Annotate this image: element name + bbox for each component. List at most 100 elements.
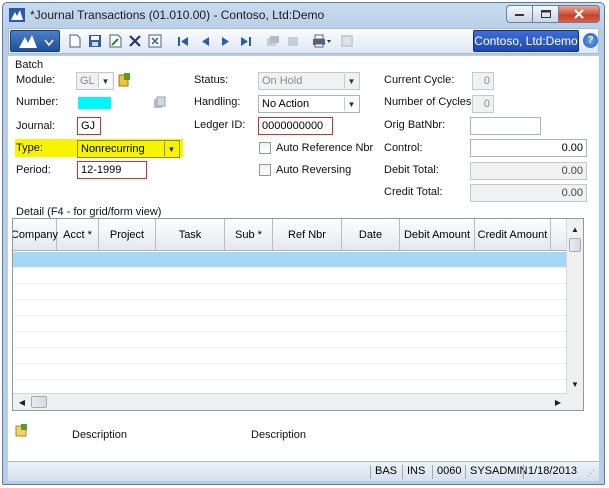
type-label: Type: xyxy=(16,142,43,154)
first-record-button[interactable] xyxy=(175,33,191,49)
printer-icon xyxy=(313,34,331,48)
description-left-label: Description xyxy=(72,429,128,441)
number-of-cycles-field[interactable]: 0 xyxy=(472,95,494,113)
type-select[interactable]: Nonrecurring ▼ xyxy=(77,140,180,158)
chevron-down-icon: ▼ xyxy=(344,97,358,111)
journal-field[interactable]: GJ xyxy=(77,117,101,135)
horizontal-scroll-thumb[interactable] xyxy=(31,396,47,408)
save-button[interactable] xyxy=(87,33,103,49)
delete-button[interactable] xyxy=(127,33,143,49)
number-of-cycles-label: Number of Cycles: xyxy=(384,96,475,108)
next-record-button[interactable] xyxy=(217,33,233,49)
table-row[interactable] xyxy=(13,268,566,284)
status-mode: BAS xyxy=(370,465,397,479)
print-button[interactable] xyxy=(311,33,333,49)
app-menu-button[interactable] xyxy=(10,30,60,52)
column-header-company[interactable]: Company xyxy=(13,219,58,251)
journal-transactions-window: *Journal Transactions (01.010.00) - Cont… xyxy=(2,2,605,485)
column-header-sub[interactable]: Sub * xyxy=(225,219,273,251)
chevron-down-icon: ▼ xyxy=(344,74,358,88)
column-header-credit-amount[interactable]: Credit Amount xyxy=(475,219,551,251)
edit-button[interactable] xyxy=(107,33,123,49)
table-row[interactable] xyxy=(13,252,566,268)
last-record-button[interactable] xyxy=(237,33,253,49)
company-button[interactable]: Contoso, Ltd:Demo xyxy=(473,30,579,52)
detail-grid[interactable]: Company Acct * Project Task Sub * Ref Nb… xyxy=(12,218,584,411)
vertical-scrollbar[interactable]: ▲ ▼ xyxy=(566,219,583,410)
paste-icon xyxy=(288,37,298,46)
auto-reversing-checkbox[interactable] xyxy=(259,164,271,176)
column-header-extra xyxy=(551,219,566,251)
copy-icon xyxy=(267,36,279,46)
chevron-down-icon: ▼ xyxy=(164,142,178,156)
detail-section-label: Detail (F4 - for grid/form view) xyxy=(16,206,162,218)
notes-button[interactable] xyxy=(339,33,355,49)
note-icon[interactable] xyxy=(15,423,29,437)
window-controls xyxy=(506,5,600,23)
column-header-debit-amount[interactable]: Debit Amount xyxy=(400,219,475,251)
type-value: Nonrecurring xyxy=(81,143,145,155)
column-header-task[interactable]: Task xyxy=(156,219,225,251)
module-select[interactable]: GL ▼ xyxy=(76,72,114,90)
new-button[interactable] xyxy=(67,33,83,49)
current-cycle-field[interactable]: 0 xyxy=(472,72,494,90)
auto-reversing-label: Auto Reversing xyxy=(276,164,352,176)
resize-grip-icon[interactable]: ⋰ xyxy=(587,469,597,479)
minimize-icon xyxy=(515,14,524,16)
debit-total-label: Debit Total: xyxy=(384,164,439,176)
status-user: SYSADMIN xyxy=(465,465,527,479)
column-header-project[interactable]: Project xyxy=(99,219,156,251)
batch-section-label: Batch xyxy=(15,59,44,71)
next-icon xyxy=(221,36,229,46)
table-row[interactable] xyxy=(13,300,566,316)
status-value: On Hold xyxy=(262,75,303,87)
previous-record-button[interactable] xyxy=(197,33,213,49)
scroll-down-icon[interactable]: ▼ xyxy=(567,376,583,392)
number-copy-icon[interactable] xyxy=(153,96,167,110)
close-button[interactable] xyxy=(558,5,600,23)
scroll-left-icon[interactable]: ◀ xyxy=(14,394,30,410)
handling-select[interactable]: No Action ▼ xyxy=(258,95,360,113)
maximize-icon xyxy=(540,10,551,18)
last-icon xyxy=(240,36,251,46)
horizontal-scrollbar[interactable]: ◀ ▶ xyxy=(13,393,568,410)
table-row[interactable] xyxy=(13,332,566,348)
paste-button[interactable] xyxy=(285,33,301,49)
module-label: Module: xyxy=(16,74,56,86)
column-header-acct[interactable]: Acct * xyxy=(57,219,99,251)
vertical-scroll-thumb[interactable] xyxy=(569,238,581,252)
app-icon xyxy=(9,8,25,22)
number-field[interactable] xyxy=(76,94,147,112)
orig-batnbr-field[interactable] xyxy=(470,117,541,135)
ledger-id-field[interactable]: 0000000000 xyxy=(258,117,333,135)
new-document-icon xyxy=(69,34,81,48)
period-field[interactable]: 12-1999 xyxy=(77,161,147,179)
table-row[interactable] xyxy=(13,284,566,300)
column-header-ref-nbr[interactable]: Ref Nbr xyxy=(273,219,342,251)
cancel-icon xyxy=(148,34,162,48)
auto-reference-label: Auto Reference Nbr xyxy=(276,142,374,154)
module-lookup-icon[interactable] xyxy=(118,72,132,88)
previous-icon xyxy=(201,36,209,46)
dynamics-logo-icon xyxy=(19,35,54,48)
auto-reference-checkbox[interactable] xyxy=(259,142,271,154)
column-header-date[interactable]: Date xyxy=(342,219,400,251)
scroll-up-icon[interactable]: ▲ xyxy=(567,221,583,237)
cancel-button[interactable] xyxy=(147,33,163,49)
copy-button[interactable] xyxy=(265,33,281,49)
edit-icon xyxy=(109,34,121,48)
status-code: 0060 xyxy=(432,465,461,479)
handling-value: No Action xyxy=(262,98,310,110)
status-select[interactable]: On Hold ▼ xyxy=(258,72,360,90)
number-label: Number: xyxy=(16,96,59,108)
scroll-right-icon[interactable]: ▶ xyxy=(550,394,566,410)
toolbar: Contoso, Ltd:Demo ? xyxy=(8,28,599,54)
table-row[interactable] xyxy=(13,348,566,364)
table-row[interactable] xyxy=(13,364,566,380)
help-icon[interactable]: ? xyxy=(583,33,598,48)
module-value: GL xyxy=(80,75,95,87)
table-row[interactable] xyxy=(13,316,566,332)
minimize-button[interactable] xyxy=(506,5,533,23)
control-field[interactable]: 0.00 xyxy=(470,139,587,157)
maximize-button[interactable] xyxy=(532,5,559,23)
